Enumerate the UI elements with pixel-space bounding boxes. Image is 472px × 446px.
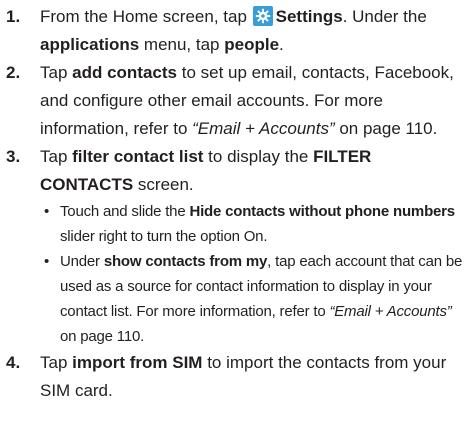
text: From the Home screen, tap [40, 7, 252, 26]
filter-contact-list-label: filter contact list [72, 147, 204, 166]
list-item: • Touch and slide the Hide contacts witho… [40, 199, 468, 249]
people-label: people [224, 35, 280, 54]
step-1: 1. From the Home screen, tap Settings. U… [6, 3, 472, 59]
step-3: 3. Tap filter contact list to display th… [6, 143, 472, 349]
manual-page: 1. From the Home screen, tap Settings. U… [0, 0, 472, 446]
text: screen. [133, 175, 194, 194]
cross-reference: “Email + Accounts” [192, 119, 335, 138]
step-text: Tap filter contact list to display the F… [40, 143, 472, 349]
text: Tap [40, 353, 73, 372]
import-from-sim-label: import from SIM [72, 353, 203, 372]
text: . [279, 35, 284, 54]
step-4: 4. Tap import from SIM to import the con… [6, 349, 472, 405]
step-text: Tap add contacts to set up email, contac… [40, 59, 472, 143]
step-text: From the Home screen, tap Settings. Unde… [40, 3, 472, 59]
text: Under [60, 253, 104, 270]
applications-label: applications [40, 35, 140, 54]
list-item: • Under show contacts from my, tap each a… [40, 249, 468, 349]
bullet-list: • Touch and slide the Hide contacts witho… [40, 199, 468, 349]
step-number: 1. [6, 7, 21, 26]
settings-label: Settings [275, 7, 343, 26]
text: Tap [40, 63, 73, 82]
hide-contacts-option-label: Hide contacts without phone numbers [189, 203, 455, 220]
text: . Under the [342, 7, 427, 26]
text: on page 110. [334, 119, 438, 138]
step-text: Tap import from SIM to import the contac… [40, 349, 472, 405]
text: Tap [40, 147, 73, 166]
cross-reference: “Email + Accounts” [329, 303, 452, 320]
gear-icon [252, 6, 273, 26]
bullet-icon: • [44, 203, 50, 220]
step-number: 2. [6, 63, 21, 82]
step-number: 3. [6, 147, 21, 166]
text: menu, tap [139, 35, 225, 54]
step-2: 2. Tap add contacts to set up email, con… [6, 59, 472, 143]
text: slider right to turn the option On. [60, 228, 268, 245]
step-number: 4. [6, 353, 21, 372]
add-contacts-label: add contacts [72, 63, 177, 82]
bullet-icon: • [44, 253, 50, 270]
show-contacts-from-label: show contacts from my [103, 253, 268, 270]
text: Touch and slide the [60, 203, 190, 220]
text: on page 110. [60, 328, 145, 345]
text: to display the [203, 147, 314, 166]
